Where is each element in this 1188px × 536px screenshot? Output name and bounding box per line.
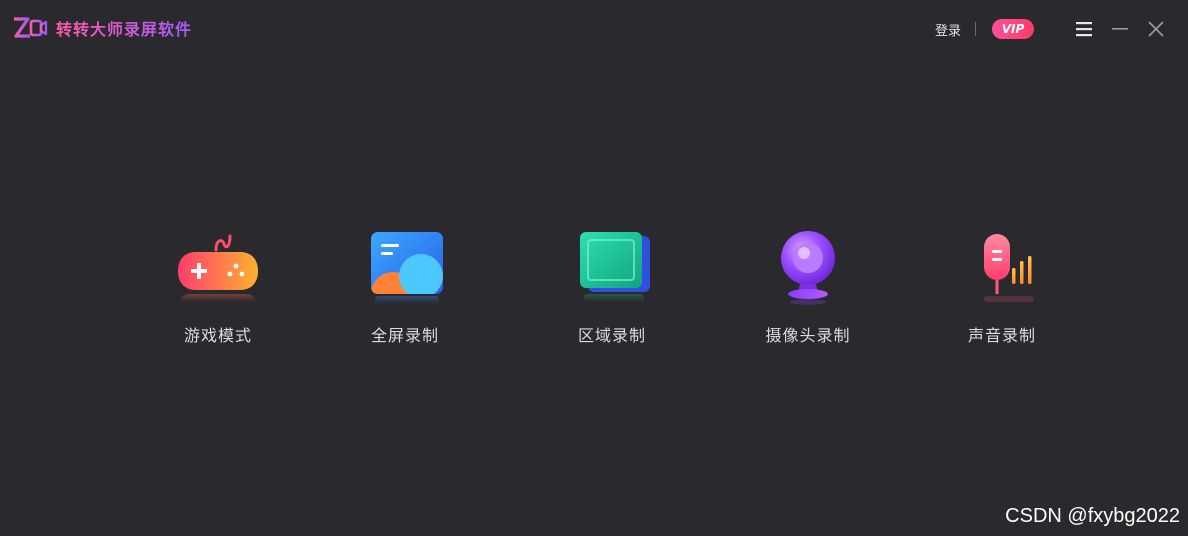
title-bar-actions: 登录 VIP	[935, 15, 1166, 43]
menu-button[interactable]	[1074, 19, 1094, 39]
audio-record-button[interactable]: 声音录制	[932, 228, 1072, 358]
gamepad-icon	[178, 234, 258, 302]
webcam-icon	[781, 231, 835, 305]
close-icon	[1148, 21, 1164, 37]
fullscreen-record-button[interactable]: 全屏录制	[335, 228, 475, 358]
fullscreen-record-label: 全屏录制	[370, 326, 439, 345]
audio-record-label: 声音录制	[967, 326, 1036, 345]
game-mode-label: 游戏模式	[183, 326, 252, 345]
minimize-button[interactable]	[1110, 19, 1130, 39]
recording-modes: 游戏模式 全屏录制 区域录制 摄像头录制 声音录制	[0, 228, 1188, 368]
webcam-record-label: 摄像头录制	[765, 326, 851, 345]
title-bar[interactable]: 转转大师录屏软件 登录 VIP	[0, 0, 1188, 56]
brand: 转转大师录屏软件	[12, 14, 192, 42]
fullscreen-icon	[371, 232, 443, 304]
close-button[interactable]	[1146, 19, 1166, 39]
login-link[interactable]: 登录	[935, 20, 961, 39]
region-icon	[580, 232, 650, 302]
webcam-record-button[interactable]: 摄像头录制	[738, 228, 878, 358]
recorder-window: 转转大师录屏软件 登录 VIP 游戏模式 全屏录制 区域录制 摄像头录制 声音录…	[0, 0, 1188, 536]
region-record-label: 区域录制	[577, 326, 646, 345]
region-record-button[interactable]: 区域录制	[542, 228, 682, 358]
app-title: 转转大师录屏软件	[56, 16, 192, 40]
watermark: CSDN @fxybg2022	[1005, 505, 1180, 527]
game-mode-button[interactable]: 游戏模式	[148, 228, 288, 358]
microphone-icon	[984, 234, 1034, 302]
minimize-icon	[1112, 28, 1128, 30]
logo-icon	[14, 17, 48, 38]
menu-icon	[1076, 22, 1092, 37]
vip-badge[interactable]: VIP	[992, 19, 1034, 39]
divider	[975, 22, 976, 36]
